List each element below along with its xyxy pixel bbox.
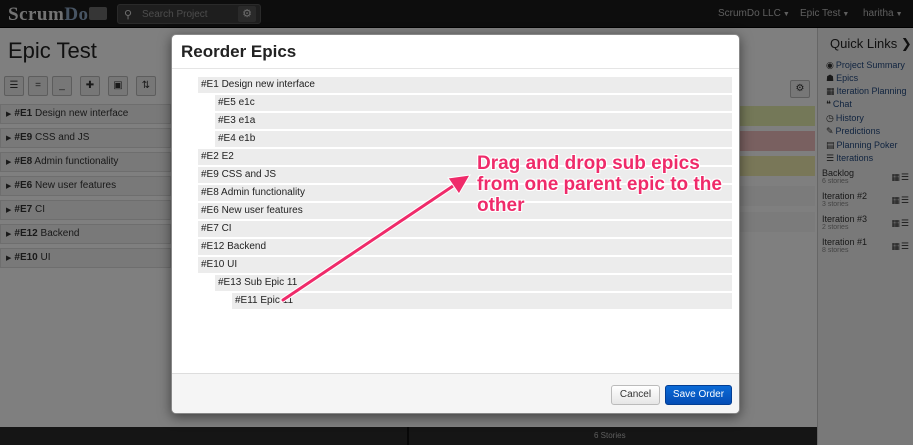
- reorder-item[interactable]: #E5 e1c: [215, 95, 732, 111]
- reorder-item[interactable]: #E13 Sub Epic 11: [215, 275, 732, 291]
- modal-header: Reorder Epics: [172, 35, 739, 69]
- cancel-button[interactable]: Cancel: [611, 385, 660, 405]
- reorder-item[interactable]: #E7 CI: [198, 221, 732, 237]
- reorder-item[interactable]: #E4 e1b: [215, 131, 732, 147]
- modal-title: Reorder Epics: [181, 42, 297, 61]
- reorder-item[interactable]: #E1 Design new interface: [198, 77, 732, 93]
- modal-footer: Cancel Save Order: [172, 373, 739, 413]
- reorder-item[interactable]: #E12 Backend: [198, 239, 732, 255]
- reorder-item[interactable]: #E11 Epic 11: [232, 293, 732, 309]
- annotation-callout: Drag and drop sub epics from one parent …: [477, 153, 722, 216]
- reorder-item[interactable]: #E10 UI: [198, 257, 732, 273]
- reorder-epics-modal: Reorder Epics #E1 Design new interface #…: [171, 34, 740, 414]
- reorder-item[interactable]: #E3 e1a: [215, 113, 732, 129]
- save-order-button[interactable]: Save Order: [665, 385, 732, 405]
